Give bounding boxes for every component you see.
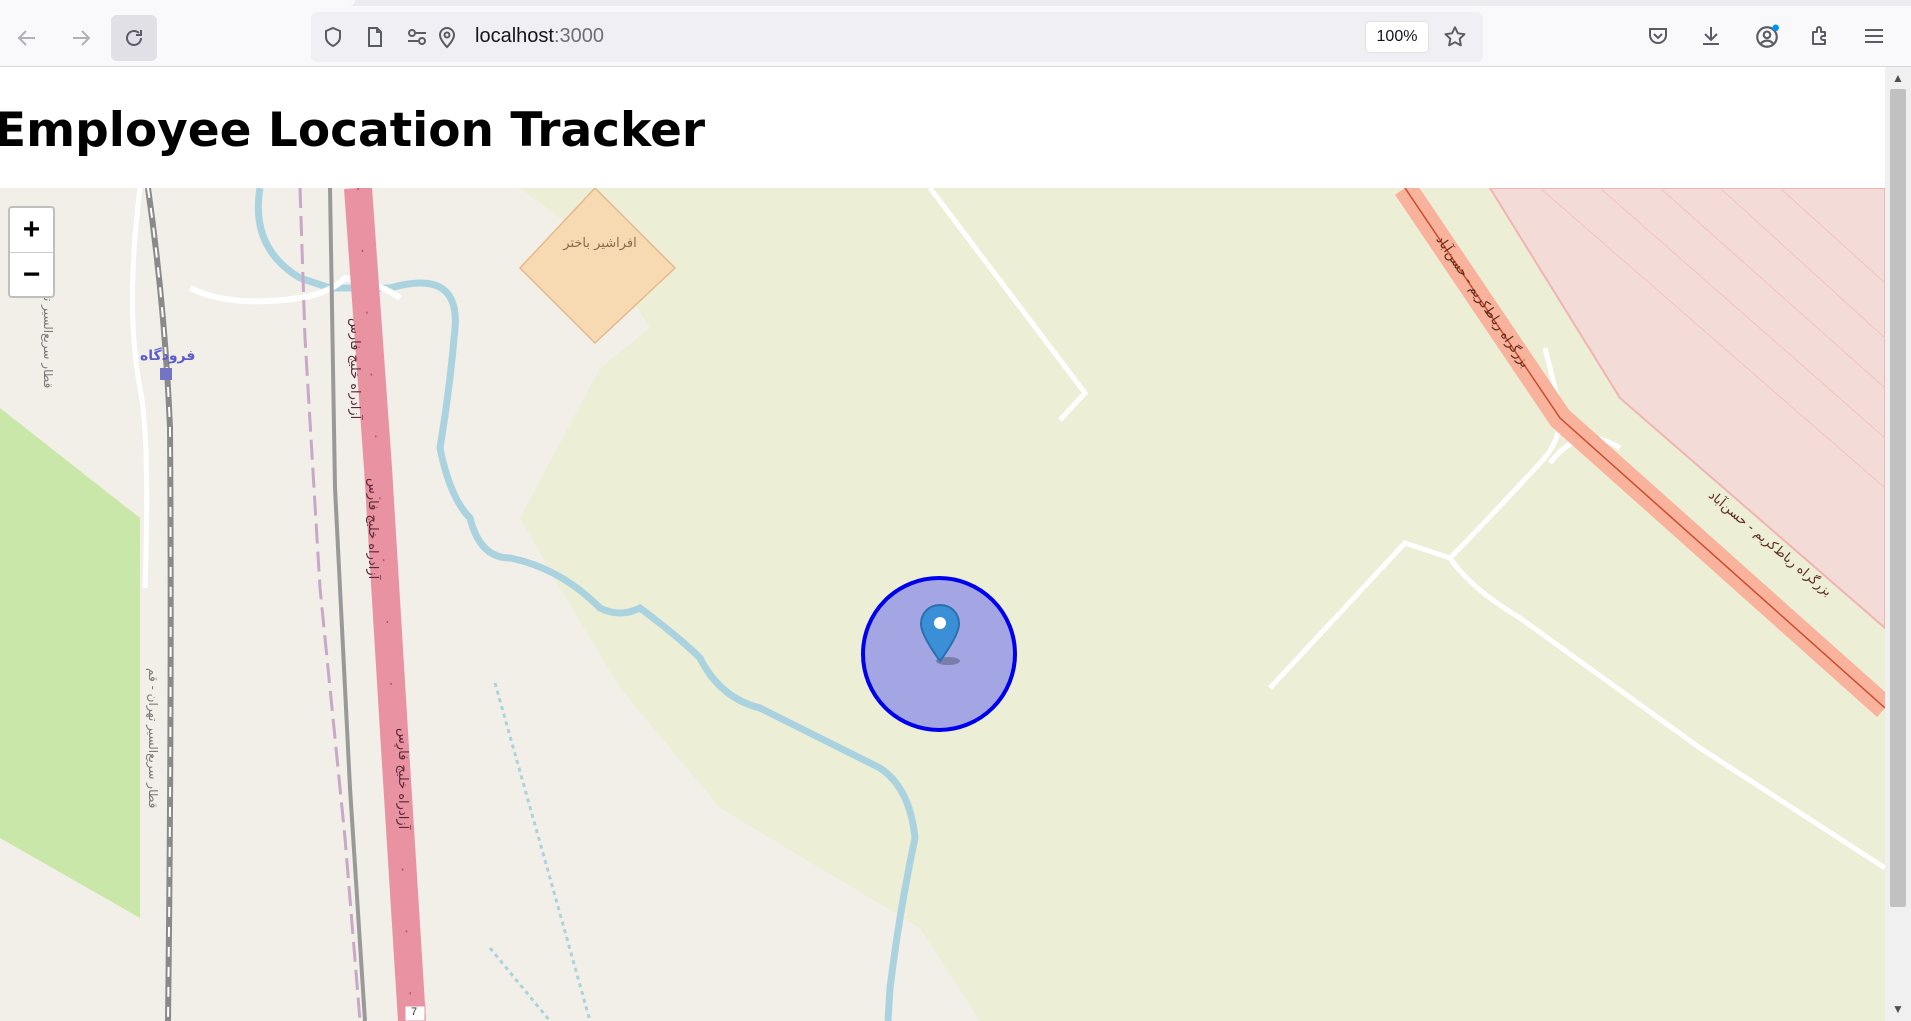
bookmark-star-icon[interactable] [1442, 24, 1468, 55]
forward-button[interactable] [58, 15, 104, 61]
url-text[interactable]: localhost:3000 [475, 25, 604, 48]
park-area [0, 408, 140, 918]
permissions-icon[interactable] [405, 25, 429, 54]
freeway-label-b: آزادراه خلیج فارس [365, 478, 380, 580]
back-button[interactable] [4, 15, 50, 61]
account-icon[interactable] [1754, 24, 1780, 55]
page-content: Employee Location Tracker افراشیر باختر … [0, 67, 1885, 1021]
map-pin-icon[interactable] [918, 603, 962, 667]
browser-toolbar: localhost:3000 100% [0, 0, 1911, 67]
scroll-up-arrow-icon[interactable]: ▲ [1890, 70, 1906, 86]
freeway [344, 188, 426, 1021]
zoom-in-button[interactable]: + [10, 208, 53, 252]
page-scrollbar[interactable]: ▲ ▼ [1885, 67, 1911, 1021]
active-tab-edge [0, 0, 355, 6]
freeway-label-c: آزادراه خلیج فارس [395, 728, 410, 830]
scroll-thumb[interactable] [1890, 89, 1906, 907]
pocket-icon[interactable] [1646, 24, 1670, 53]
downloads-icon[interactable] [1699, 24, 1723, 53]
location-icon[interactable] [435, 25, 459, 54]
page-icon[interactable] [363, 25, 387, 54]
reload-button[interactable] [111, 15, 157, 61]
page-title: Employee Location Tracker [0, 103, 706, 158]
arrow-right-icon [73, 30, 91, 46]
zoom-out-button[interactable]: − [10, 252, 53, 297]
zoom-level-badge[interactable]: 100% [1366, 22, 1428, 52]
route-shield-label: 7 [411, 1006, 418, 1018]
rail-label-bottom: قطار سریع‌السیر تهران - قم [146, 668, 160, 809]
menu-hamburger-icon[interactable] [1862, 24, 1886, 53]
map-zoom-control: + − [8, 206, 55, 298]
poi-label: افراشیر باختر [563, 236, 637, 251]
extensions-icon[interactable] [1808, 24, 1832, 53]
address-bar[interactable]: localhost:3000 100% [311, 12, 1483, 62]
scroll-down-arrow-icon[interactable]: ▼ [1890, 1001, 1906, 1017]
arrow-left-icon [17, 30, 35, 46]
railway [145, 188, 174, 1021]
airport-label: فرودگاه [140, 348, 196, 364]
map-container[interactable]: افراشیر باختر فرودگاه قطار سریع‌السیر ته… [0, 188, 1885, 1021]
shield-icon[interactable] [321, 25, 345, 54]
reload-icon [126, 30, 142, 46]
freeway-label-a: آزادراه خلیج فارس [347, 318, 362, 420]
